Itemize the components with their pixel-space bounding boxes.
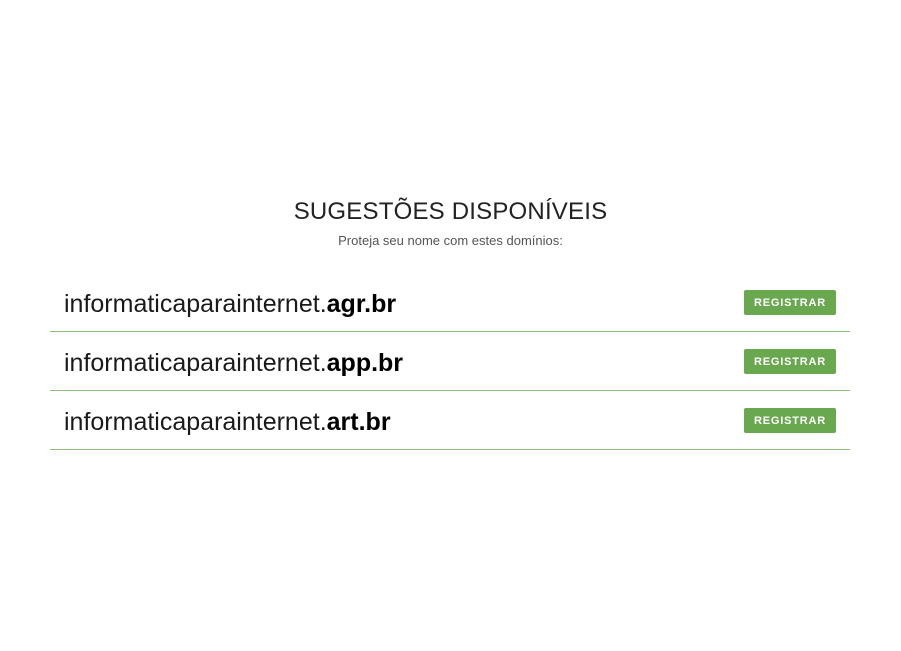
- register-button[interactable]: REGISTRAR: [744, 408, 836, 433]
- domain-name: informaticaparainternet.agr.br: [64, 288, 396, 320]
- section-subtitle: Proteja seu nome com estes domínios:: [338, 233, 563, 248]
- domain-name: informaticaparainternet.app.br: [64, 347, 403, 379]
- section-title: SUGESTÕES DISPONÍVEIS: [293, 198, 608, 225]
- domain-name: informaticaparainternet.art.br: [64, 406, 391, 438]
- suggestions-header: SUGESTÕES DISPONÍVEIS Proteja seu nome c…: [0, 196, 901, 249]
- domain-extension: app.br: [326, 349, 404, 377]
- domain-base: informaticaparainternet.: [64, 290, 327, 318]
- register-button[interactable]: REGISTRAR: [744, 290, 836, 315]
- domain-base: informaticaparainternet.: [64, 408, 327, 436]
- domain-suggestion-row: informaticaparainternet.app.br REGISTRAR: [50, 332, 850, 391]
- register-button[interactable]: REGISTRAR: [744, 349, 836, 374]
- domain-suggestion-list: informaticaparainternet.agr.br REGISTRAR…: [50, 273, 850, 450]
- domain-base: informaticaparainternet.: [64, 349, 327, 377]
- domain-suggestion-row: informaticaparainternet.agr.br REGISTRAR: [50, 273, 850, 332]
- domain-suggestion-row: informaticaparainternet.art.br REGISTRAR: [50, 391, 850, 450]
- page: SUGESTÕES DISPONÍVEIS Proteja seu nome c…: [0, 0, 901, 651]
- domain-extension: art.br: [326, 408, 391, 436]
- domain-extension: agr.br: [326, 290, 397, 318]
